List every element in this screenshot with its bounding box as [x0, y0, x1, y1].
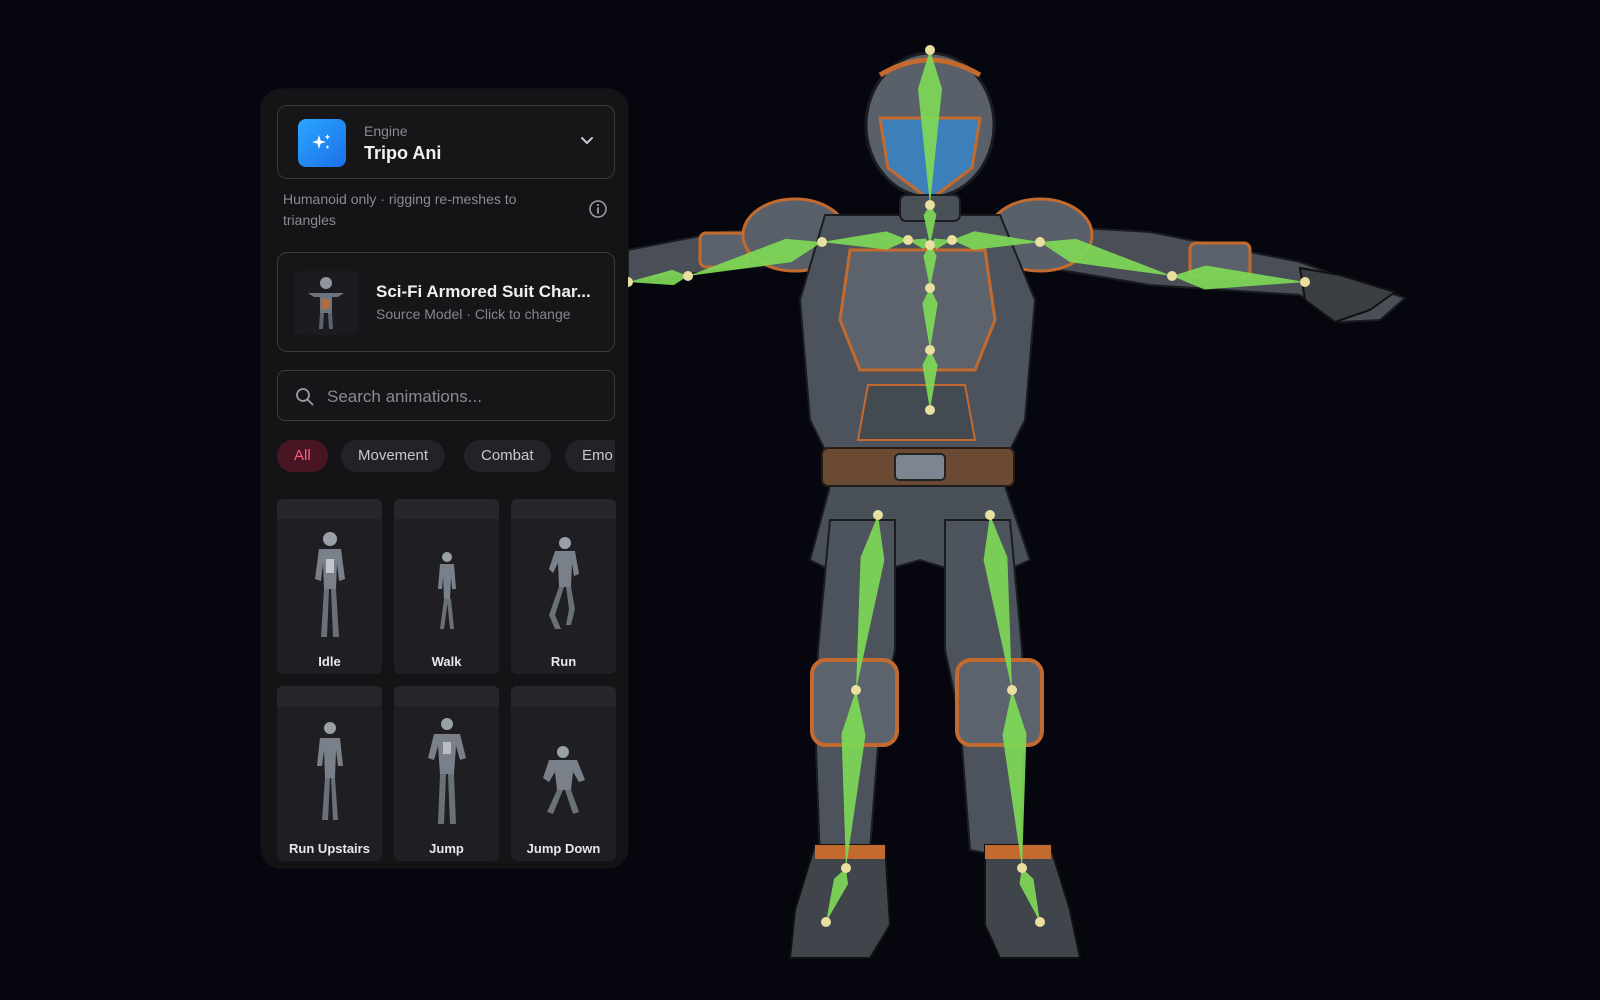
- search-box: [277, 370, 615, 421]
- animation-label: Run Upstairs: [289, 841, 370, 856]
- engine-dropdown[interactable]: Engine Tripo Ani: [277, 105, 615, 179]
- run-thumbnail: [549, 537, 579, 629]
- skeleton-joint[interactable]: [1035, 917, 1045, 927]
- skeleton-joint[interactable]: [851, 685, 861, 695]
- source-model-thumbnail: [294, 271, 358, 335]
- skeleton-joint[interactable]: [873, 510, 883, 520]
- info-icon[interactable]: [588, 199, 608, 219]
- 3d-viewport[interactable]: [0, 0, 1600, 1000]
- source-model-subtitle: Source Model · Click to change: [376, 306, 571, 322]
- filter-chip-combat[interactable]: Combat: [464, 440, 551, 472]
- skeleton-joint[interactable]: [947, 235, 957, 245]
- skeleton-joint[interactable]: [925, 345, 935, 355]
- run-upstairs-thumbnail: [317, 722, 343, 820]
- animation-app: Engine Tripo Ani Humanoid only · rigging…: [0, 0, 1600, 1000]
- animation-card-run[interactable]: Run: [511, 499, 616, 674]
- engine-caption: Engine: [364, 123, 408, 139]
- skeleton-joint[interactable]: [683, 271, 693, 281]
- skeleton-joint[interactable]: [1300, 277, 1310, 287]
- engine-name: Tripo Ani: [364, 143, 442, 163]
- animation-card-jump[interactable]: Jump: [394, 686, 499, 861]
- jump-thumbnail: [428, 718, 466, 824]
- search-input[interactable]: [325, 383, 609, 411]
- skeleton-joint[interactable]: [821, 917, 831, 927]
- source-model-card[interactable]: Sci-Fi Armored Suit Char... Source Model…: [277, 252, 615, 352]
- filter-chip-all[interactable]: All: [277, 440, 328, 472]
- search-icon: [296, 388, 314, 406]
- animation-label: Jump Down: [526, 841, 601, 856]
- skeleton-joint[interactable]: [903, 235, 913, 245]
- engine-hint: Humanoid only · rigging re-meshes to tri…: [283, 191, 517, 228]
- category-filters: All Movement Combat Emo: [277, 439, 615, 473]
- chevron-down-icon: [581, 137, 593, 144]
- skeleton-joint[interactable]: [925, 200, 935, 210]
- animation-card-idle[interactable]: Idle: [277, 499, 382, 674]
- filter-chip-movement[interactable]: Movement: [341, 440, 446, 472]
- skeleton-joint[interactable]: [1007, 685, 1017, 695]
- skeleton-joint[interactable]: [1035, 237, 1045, 247]
- animation-label: Walk: [431, 654, 462, 669]
- source-model-title: Sci-Fi Armored Suit Char...: [376, 282, 591, 301]
- jump-down-thumbnail: [543, 746, 585, 814]
- skeleton-joint[interactable]: [925, 240, 935, 250]
- skeleton-joint[interactable]: [925, 283, 935, 293]
- skeleton-joint[interactable]: [925, 45, 935, 55]
- idle-thumbnail: [315, 532, 345, 637]
- skeleton-joint[interactable]: [1017, 863, 1027, 873]
- skeleton-joint[interactable]: [817, 237, 827, 247]
- animation-label: Jump: [429, 841, 464, 856]
- filter-chip-emo[interactable]: Emo: [565, 440, 615, 472]
- skeleton-joint[interactable]: [985, 510, 995, 520]
- skeleton-joint[interactable]: [1167, 271, 1177, 281]
- walk-thumbnail: [438, 552, 456, 629]
- animation-card-jump-down[interactable]: Jump Down: [511, 686, 616, 861]
- animation-grid: Idle Walk Run Run Upstairs Jump Jump Dow…: [277, 499, 616, 861]
- animation-label: Run: [550, 654, 577, 669]
- sparkle-icon: [298, 119, 346, 167]
- animation-card-walk[interactable]: Walk: [394, 499, 499, 674]
- skeleton-joint[interactable]: [841, 863, 851, 873]
- animation-card-run-upstairs[interactable]: Run Upstairs: [277, 686, 382, 861]
- skeleton-joint[interactable]: [925, 405, 935, 415]
- animation-label: Idle: [318, 654, 341, 669]
- animation-panel: Engine Tripo Ani Humanoid only · rigging…: [261, 89, 628, 868]
